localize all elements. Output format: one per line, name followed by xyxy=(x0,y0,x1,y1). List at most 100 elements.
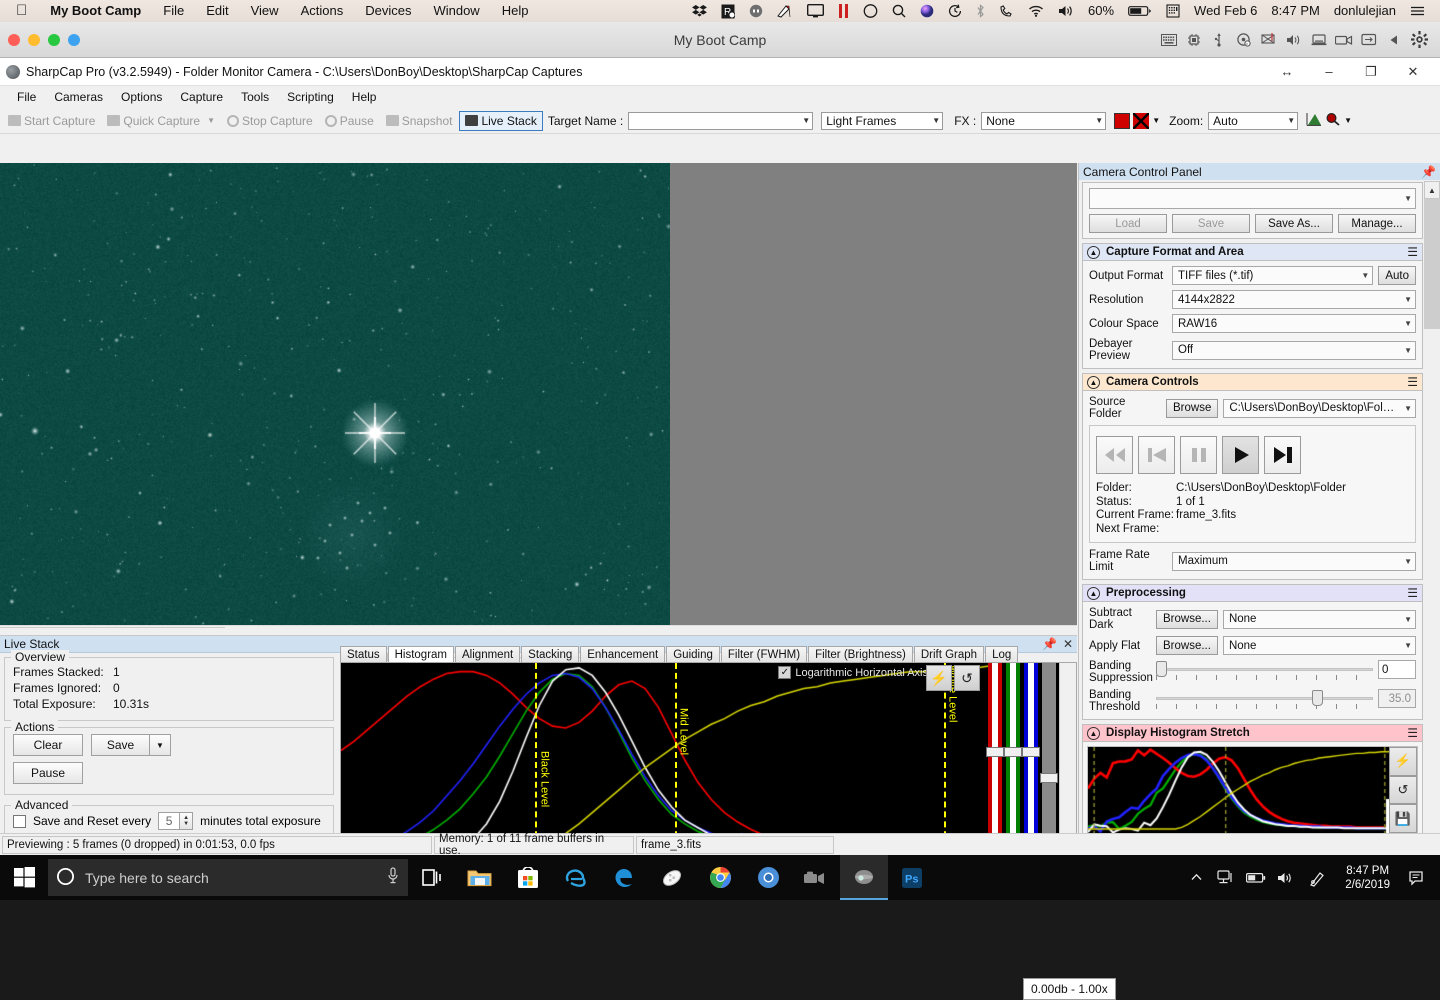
network-icon[interactable] xyxy=(1213,855,1239,900)
fx-select[interactable]: None ▼ xyxy=(981,112,1106,130)
slider-knob[interactable] xyxy=(1312,690,1323,706)
magnifier-icon[interactable] xyxy=(1325,112,1341,129)
pause-button[interactable]: Pause xyxy=(13,762,83,784)
capture-format-section-header[interactable]: ▲ Capture Format and Area ☰ xyxy=(1082,243,1423,261)
lightning-icon[interactable]: ⚡ xyxy=(1389,747,1417,776)
keyboard-icon[interactable] xyxy=(1158,29,1180,51)
resize-icon[interactable]: ↔ xyxy=(1266,58,1308,85)
histogram-icon[interactable] xyxy=(1306,112,1322,129)
chevron-down-icon[interactable]: ▼ xyxy=(1400,319,1412,328)
mac-menu-view[interactable]: View xyxy=(240,0,290,22)
debayer-preview-select[interactable]: Off ▼ xyxy=(1172,341,1416,360)
pen-icon[interactable] xyxy=(1303,855,1333,900)
white-level-marker[interactable] xyxy=(944,663,946,857)
microphone-icon[interactable] xyxy=(386,867,400,888)
collapse-icon[interactable]: ▲ xyxy=(1087,376,1100,389)
phone-icon[interactable] xyxy=(992,4,1021,18)
chevron-down-icon[interactable]: ▼ xyxy=(1400,557,1412,566)
chevron-down-icon[interactable]: ▼ xyxy=(796,116,810,125)
tab-stacking[interactable]: Stacking xyxy=(521,646,579,662)
gear-icon[interactable] xyxy=(1408,29,1430,51)
browse-flat-button[interactable]: Browse... xyxy=(1156,636,1218,655)
output-format-select[interactable]: TIFF files (*.tif) ▼ xyxy=(1172,266,1373,285)
save-profile-button[interactable]: Save xyxy=(1172,214,1250,233)
menu-icon[interactable]: ☰ xyxy=(1407,377,1418,387)
siri-icon[interactable] xyxy=(913,4,941,18)
chevron-down-icon[interactable]: ▼ xyxy=(926,116,940,125)
chevron-down-icon[interactable]: ▼ xyxy=(1152,116,1160,125)
mac-menu-window[interactable]: Window xyxy=(422,0,490,22)
spotlight-search-icon[interactable] xyxy=(885,4,913,18)
notification-center-icon[interactable] xyxy=(1403,4,1432,18)
volume-icon[interactable] xyxy=(1051,4,1081,18)
save-as-profile-button[interactable]: Save As... xyxy=(1255,214,1333,233)
photoshop-icon[interactable]: Ps xyxy=(888,855,936,900)
chevron-down-icon[interactable]: ▼ xyxy=(1400,615,1412,624)
apply-flat-select[interactable]: None ▼ xyxy=(1223,636,1416,655)
disk-icon[interactable]: x xyxy=(1233,29,1255,51)
rewind-icon[interactable] xyxy=(1096,436,1133,474)
mac-user-name[interactable]: donlulejian xyxy=(1327,0,1403,22)
sharpcap-icon[interactable] xyxy=(840,855,888,900)
frame-type-select[interactable]: Light Frames ▼ xyxy=(821,112,943,130)
green-slider-knob[interactable] xyxy=(1004,747,1022,757)
black-level-marker[interactable] xyxy=(535,663,537,857)
chevron-down-icon[interactable]: ▼ xyxy=(1281,116,1295,125)
save-button[interactable]: Save xyxy=(91,734,149,756)
color-channel-sliders[interactable] xyxy=(986,663,1058,857)
banding-threshold-value[interactable]: 35.0 xyxy=(1378,689,1416,708)
snapshot-button[interactable]: Snapshot xyxy=(381,112,458,130)
mac-menu-devices[interactable]: Devices xyxy=(354,0,422,22)
stop-capture-button[interactable]: Stop Capture xyxy=(222,112,318,130)
network-off-icon[interactable] xyxy=(1258,29,1280,51)
scroll-up-icon[interactable]: ▲ xyxy=(1424,181,1440,199)
zoom-select[interactable]: Auto ▼ xyxy=(1208,112,1298,130)
start-capture-button[interactable]: Start Capture xyxy=(3,112,100,130)
chromium-icon[interactable] xyxy=(744,855,792,900)
reset-icon[interactable]: ↺ xyxy=(1389,776,1417,805)
battery-icon[interactable] xyxy=(1243,855,1269,900)
quick-capture-button[interactable]: Quick Capture ▼ xyxy=(102,112,220,130)
preview-horizontal-scrollbar[interactable] xyxy=(0,625,1077,628)
bartender-icon[interactable] xyxy=(742,4,770,18)
camera-panel-scrollbar[interactable]: ▲ xyxy=(1424,181,1440,833)
shape-icon[interactable] xyxy=(856,4,885,18)
file-explorer-icon[interactable] xyxy=(456,855,504,900)
mid-level-marker[interactable] xyxy=(675,663,677,857)
rescuetime-icon[interactable]: R xyxy=(714,4,742,19)
tab-drift-graph[interactable]: Drift Graph xyxy=(914,646,984,662)
histogram-vertical-scrollbar[interactable] xyxy=(1059,663,1076,857)
mac-menu-file[interactable]: File xyxy=(152,0,195,22)
lightning-icon[interactable]: ⚡ xyxy=(926,665,952,691)
camera-controls-section-header[interactable]: ▲ Camera Controls ☰ xyxy=(1082,373,1423,391)
chevron-down-icon[interactable]: ▼ xyxy=(1400,295,1412,304)
mac-menu-edit[interactable]: Edit xyxy=(195,0,239,22)
crosshair-icon[interactable] xyxy=(1133,113,1149,129)
collapse-icon[interactable]: ▲ xyxy=(1087,246,1100,259)
menu-icon[interactable]: ☰ xyxy=(1407,247,1418,257)
next-icon[interactable] xyxy=(1264,436,1301,474)
play-icon[interactable] xyxy=(1222,436,1259,474)
save-reset-checkbox[interactable] xyxy=(13,815,26,828)
menu-cameras[interactable]: Cameras xyxy=(45,88,112,106)
tab-histogram[interactable]: Histogram xyxy=(388,646,454,663)
red-slider-knob[interactable] xyxy=(986,747,1004,757)
logarithmic-axis-checkbox[interactable]: ✓ xyxy=(778,666,791,679)
volume-icon[interactable] xyxy=(1273,855,1299,900)
mac-app-name[interactable]: My Boot Camp xyxy=(39,0,152,22)
cpu-icon[interactable] xyxy=(1183,29,1205,51)
display-icon[interactable] xyxy=(800,4,831,18)
time-machine-icon[interactable] xyxy=(941,4,969,18)
bluetooth-icon[interactable] xyxy=(969,4,992,18)
pause-icon[interactable] xyxy=(1180,436,1217,474)
menu-tools[interactable]: Tools xyxy=(232,88,278,106)
save-icon[interactable]: 💾 xyxy=(1389,804,1417,833)
tab-filter-brightness[interactable]: Filter (Brightness) xyxy=(808,646,913,662)
usb-icon[interactable] xyxy=(1208,29,1230,51)
chevron-down-icon[interactable]: ▼ xyxy=(203,116,215,125)
pause-bars-icon[interactable] xyxy=(831,4,856,18)
menu-icon[interactable]: ☰ xyxy=(1407,588,1418,598)
paint-icon[interactable] xyxy=(648,855,696,900)
internet-explorer-icon[interactable] xyxy=(552,855,600,900)
menu-file[interactable]: File xyxy=(8,88,45,106)
